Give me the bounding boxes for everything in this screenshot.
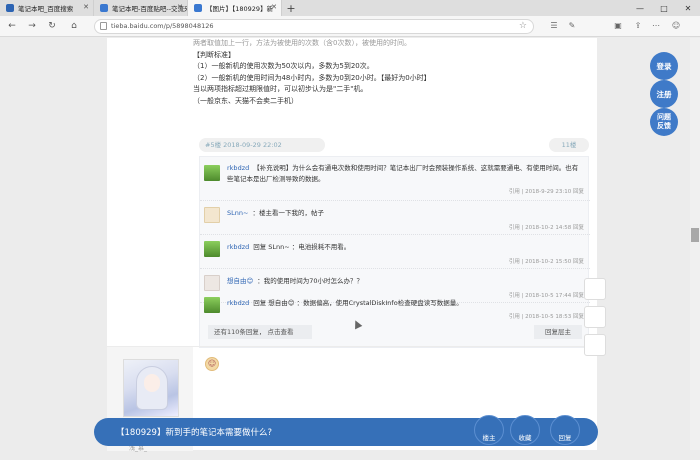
list-item: SLnn~ ：楼主看一下我的，帖子 引用 | 2018-10-2 14:58 回复	[200, 205, 590, 235]
avatar[interactable]	[204, 297, 220, 313]
tab-thread[interactable]: 【图片】【180929】新 ✕	[188, 0, 282, 16]
register-button[interactable]: 注册	[650, 80, 678, 108]
avatar[interactable]	[204, 275, 220, 291]
only-op-button[interactable]: 楼主	[474, 415, 504, 445]
more-replies-link[interactable]: 还有110条回复， 点击查看	[208, 325, 312, 339]
favorite-star-icon[interactable]: ☆	[519, 20, 527, 33]
tab-baidu-search[interactable]: 笔记本吧_百度搜索 ✕	[0, 0, 94, 16]
post-content: 两者取值加上一行，方法为被使用的次数（含0次数），被使用的时间。 【判断标准】 …	[193, 38, 593, 107]
minimize-button[interactable]: —	[628, 0, 652, 16]
reply-time[interactable]: 引用 | 2018-10-2 14:58 回复	[509, 223, 584, 231]
username-link[interactable]: 想自由😊	[227, 277, 253, 285]
tab-close-icon[interactable]: ✕	[271, 3, 277, 11]
thread-title: 【180929】新到手的笔记本需要做什么?	[116, 428, 272, 438]
maximize-button[interactable]: □	[652, 0, 676, 16]
baidu-paw-icon	[6, 4, 14, 12]
username-link[interactable]: SLnn~	[227, 209, 248, 217]
login-button[interactable]: 登录	[650, 52, 678, 80]
post-line: （1）一般新机的使用次数为50次以内，多数为5到20次。	[193, 62, 374, 70]
tab-strip: 笔记本吧_百度搜索 ✕ 笔记本吧-百度贴吧--交流来 ✕ 【图片】【180929…	[0, 0, 700, 16]
emoticon-icon: ☺	[205, 357, 219, 371]
feedback-button[interactable]: 问题反馈	[650, 108, 678, 136]
floor-count: 11楼	[549, 138, 589, 152]
navigation-bar: ← → ↻ ⌂ tieba.baidu.com/p/5898048126 ☆ ☰…	[0, 16, 700, 37]
tieba-icon	[100, 4, 108, 12]
reply-time[interactable]: 引用 | 2018-10-5 18:53 回复	[509, 312, 584, 320]
tab-notebook-bar[interactable]: 笔记本吧-百度贴吧--交流来 ✕	[94, 0, 188, 16]
reading-view-icon[interactable]: ☰	[548, 20, 560, 32]
tab-close-icon[interactable]: ✕	[83, 3, 89, 11]
username-link[interactable]: rkbdzd	[227, 164, 249, 172]
tieba-icon	[194, 4, 202, 12]
post-line: 当以两项指标超过期限值时，可以初步认为是"二手"机。	[193, 85, 368, 93]
reply-text: 回复 SLnn~ ：电池损耗不用看。	[253, 243, 351, 251]
tab-close-icon[interactable]: ✕	[177, 3, 183, 11]
scrollbar-thumb[interactable]	[691, 228, 699, 242]
reply-floor-button[interactable]: 回复层主	[534, 325, 582, 339]
url-text: tieba.baidu.com/p/5898048126	[111, 22, 214, 30]
list-item: rkbdzd 回复 SLnn~ ：电池损耗不用看。 引用 | 2018-10-2 …	[200, 239, 590, 269]
username-link[interactable]: rkbdzd	[227, 299, 249, 307]
post-line: 【判断标准】	[193, 50, 235, 59]
address-bar[interactable]: tieba.baidu.com/p/5898048126 ☆	[94, 19, 534, 34]
reply-text: 回复 想自由😊 ：数据偏高，使用CrystalDiskInfo检查硬盘读写数据量…	[253, 299, 463, 307]
sub-reply-list: rkbdzd 【补充说明】为什么会有通电次数和使用时间？笔记本出厂时会预装操作系统…	[199, 156, 590, 348]
post-line: 两者取值加上一行，方法为被使用的次数（含0次数），被使用的时间。	[193, 39, 411, 47]
close-window-button[interactable]: ✕	[676, 0, 700, 16]
home-icon[interactable]: ⌂	[68, 20, 80, 32]
avatar[interactable]	[204, 241, 220, 257]
reply-time[interactable]: 引用 | 2018-9-29 23:10 回复	[509, 187, 584, 195]
list-item: rkbdzd 回复 想自由😊 ：数据偏高，使用CrystalDiskInfo检查硬…	[200, 295, 590, 323]
reply-text: ：我的使用时间为70小时怎么办？？	[257, 277, 364, 285]
tab-label: 笔记本吧_百度搜索	[18, 5, 74, 13]
floor-meta: #5楼 2018-09-29 22:02	[199, 138, 325, 152]
avatar[interactable]	[123, 359, 179, 417]
lock-icon	[100, 22, 107, 30]
list-item: rkbdzd 【补充说明】为什么会有通电次数和使用时间？笔记本出厂时会预装操作系统…	[200, 163, 590, 201]
avatar[interactable]	[204, 207, 220, 223]
new-tab-button[interactable]: +	[282, 0, 300, 16]
post-line: （2）一般新机的使用时间为48小时内，多数为0到20小时。【最好为0小时】	[193, 73, 431, 82]
notes-icon[interactable]: ✎	[566, 20, 578, 32]
forward-icon[interactable]: →	[26, 20, 38, 32]
reply-text: 【补充说明】为什么会有通电次数和使用时间？笔记本出厂时会预装操作系统、这就需要通…	[227, 164, 579, 183]
thread-page: 两者取值加上一行，方法为被使用的次数（含0次数），被使用的时间。 【判断标准】 …	[107, 38, 597, 452]
page-scrollbar[interactable]	[690, 38, 700, 450]
extension-icon[interactable]: ▣	[612, 20, 624, 32]
side-panel-tab[interactable]	[584, 306, 606, 328]
tab-label: 【图片】【180929】新	[206, 5, 274, 13]
favorite-button[interactable]: 收藏	[510, 415, 540, 445]
refresh-icon[interactable]: ↻	[46, 20, 58, 32]
side-panel-tab[interactable]	[584, 334, 606, 356]
side-panel-tab[interactable]	[584, 278, 606, 300]
username-link[interactable]: rkbdzd	[227, 243, 249, 251]
settings-more-icon[interactable]: ⋯	[650, 20, 662, 32]
reply-button[interactable]: 回复	[550, 415, 580, 445]
avatar[interactable]	[204, 165, 220, 181]
user-icon[interactable]: ☺	[670, 20, 682, 32]
back-icon[interactable]: ←	[6, 20, 18, 32]
reply-text: ：楼主看一下我的，帖子	[252, 209, 324, 217]
window-controls: — □ ✕	[628, 0, 700, 16]
share-icon[interactable]: ⇪	[632, 20, 644, 32]
post-line: （一般京东、天猫不会卖二手机）	[193, 96, 298, 105]
reply-time[interactable]: 引用 | 2018-10-2 15:50 回复	[509, 257, 584, 265]
